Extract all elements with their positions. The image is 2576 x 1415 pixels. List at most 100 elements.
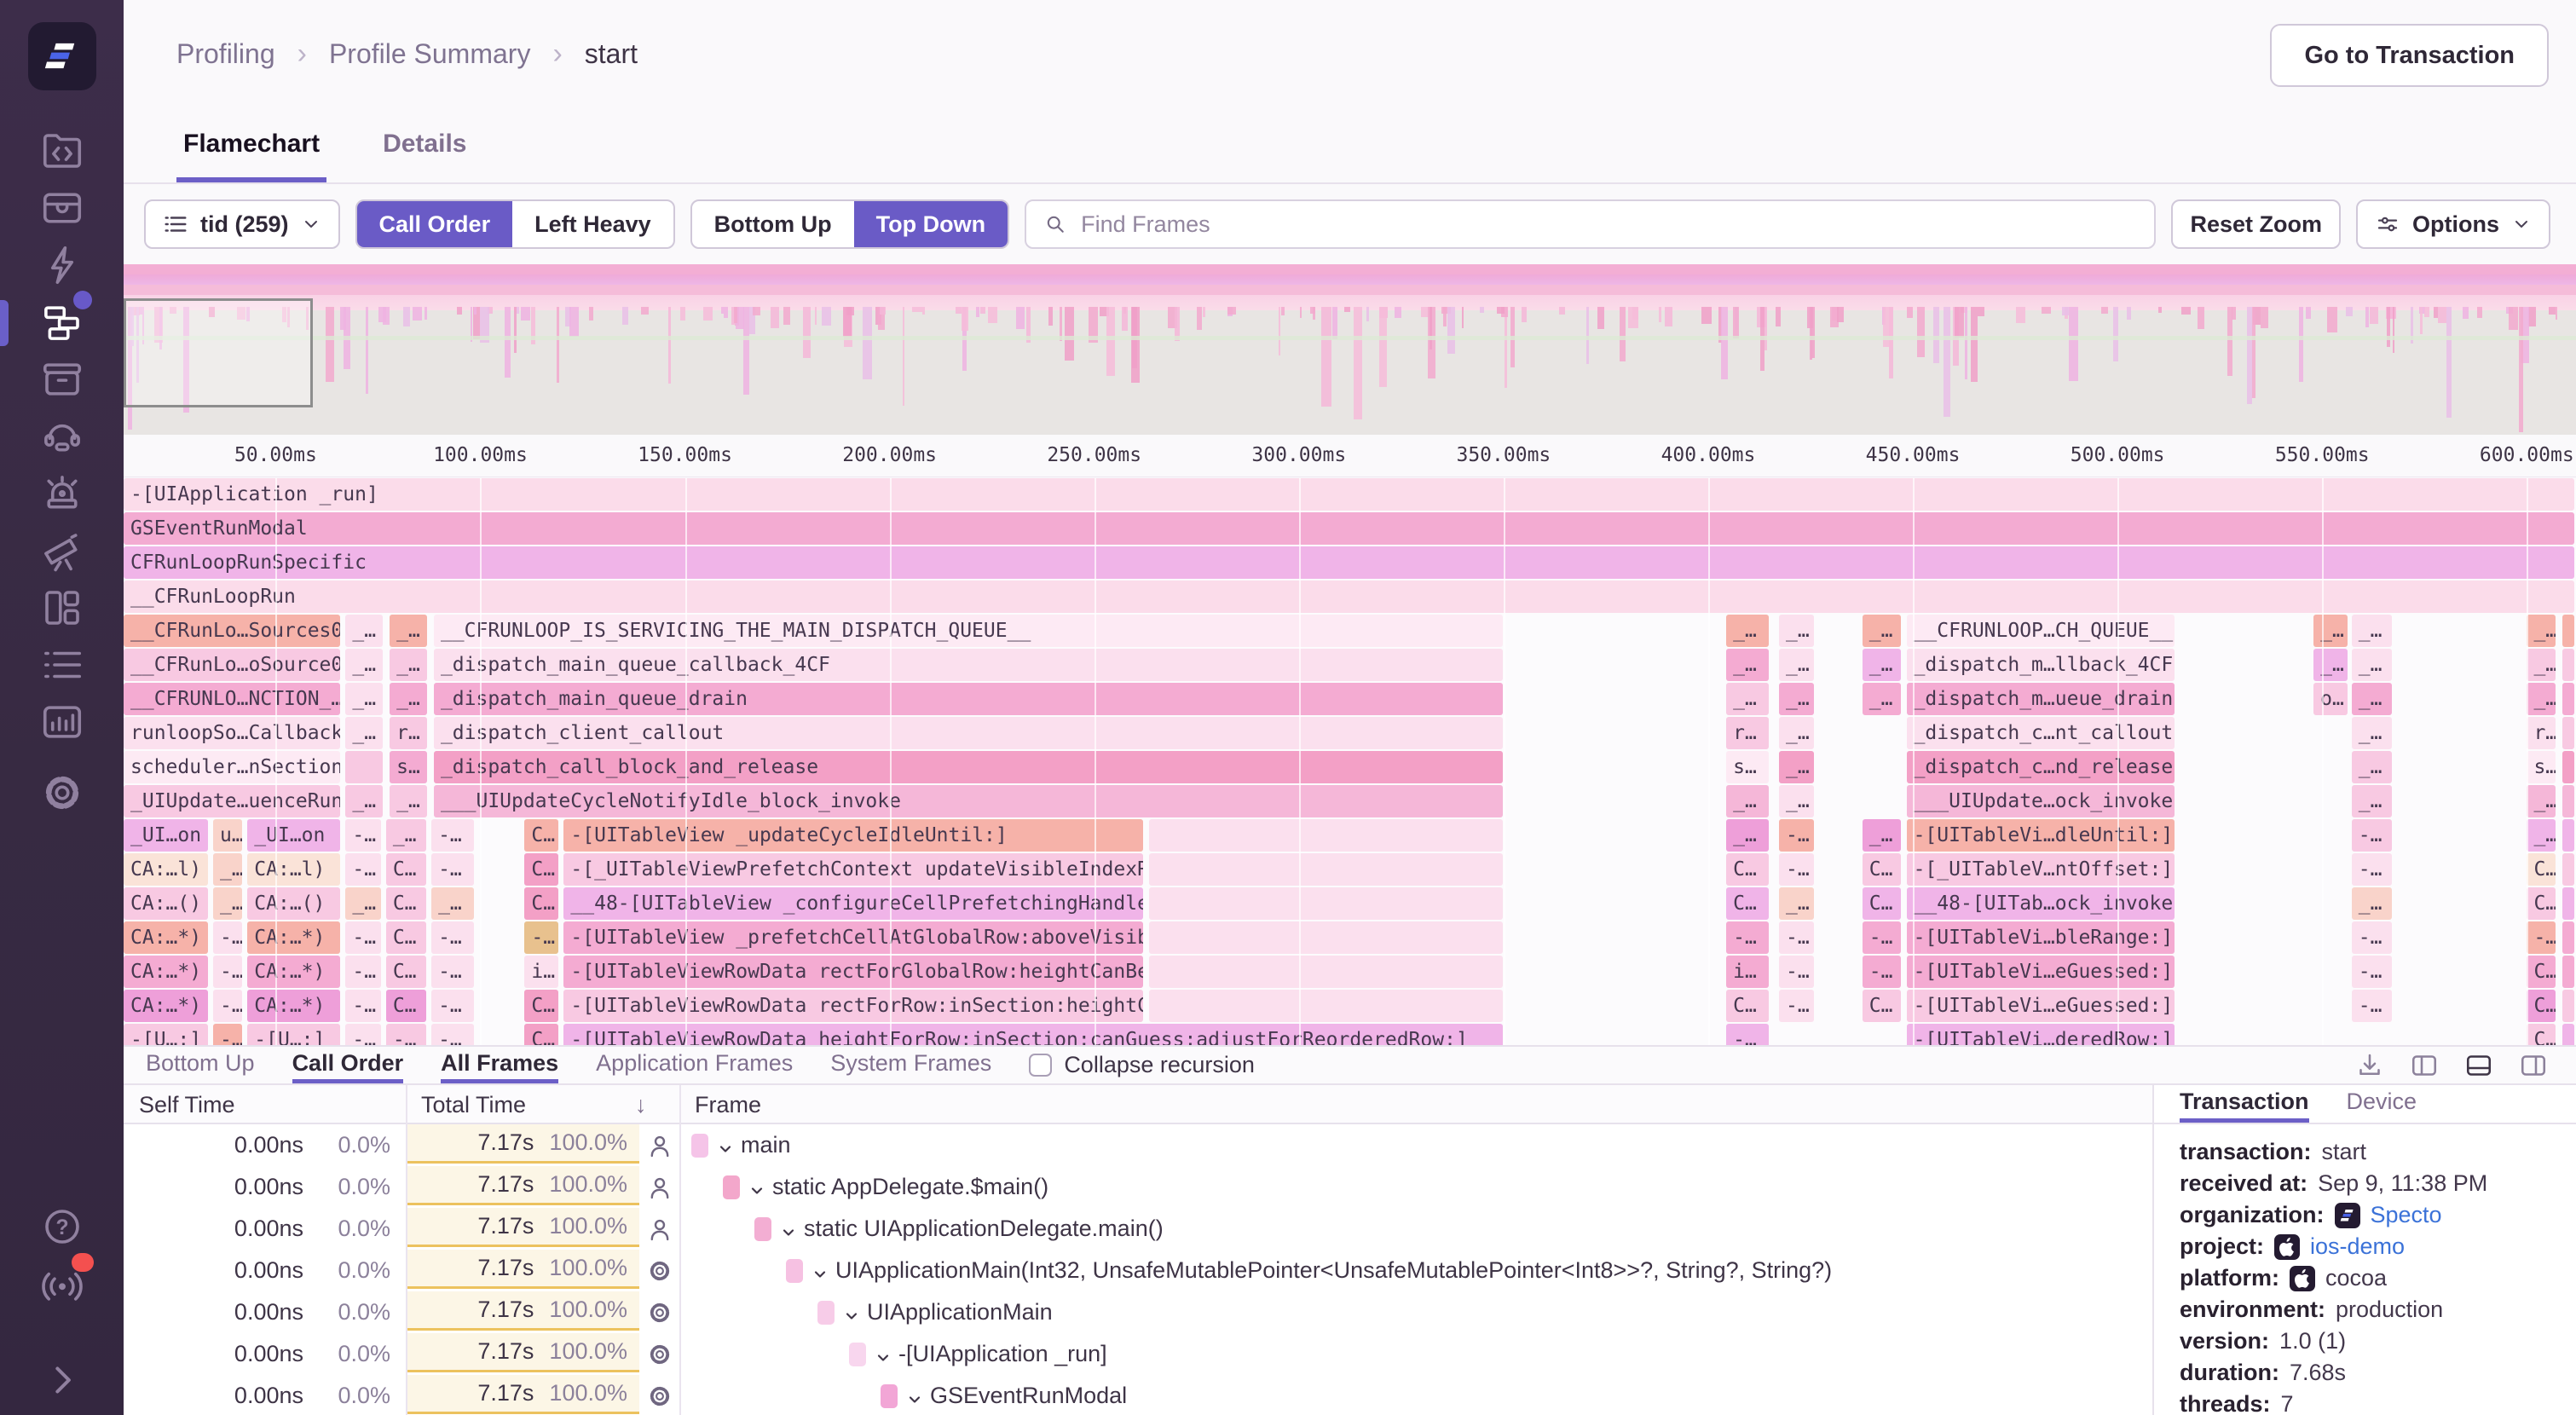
- flame-frame[interactable]: r…: [2527, 717, 2556, 749]
- flame-frame[interactable]: s…: [390, 751, 427, 783]
- flame-frame[interactable]: _…: [1863, 683, 1901, 715]
- flame-frame[interactable]: _…: [1726, 615, 1769, 647]
- flame-frame[interactable]: _dispatch_main_queue_callback_4CF: [434, 649, 1503, 681]
- flame-frame[interactable]: C…: [1726, 887, 1769, 920]
- help-icon[interactable]: ?: [39, 1204, 85, 1250]
- nav-performance-icon[interactable]: [39, 242, 85, 288]
- layout-split-left-icon[interactable]: [2409, 1051, 2440, 1080]
- flame-frame[interactable]: C…: [1726, 853, 1769, 886]
- flamegraph-minimap[interactable]: [124, 264, 2576, 435]
- flame-frame[interactable]: _…: [345, 649, 383, 681]
- flame-frame[interactable]: [1149, 921, 1503, 954]
- flame-frame[interactable]: _…: [431, 887, 474, 920]
- flame-frame[interactable]: __CFRunLoopRun: [124, 580, 2574, 613]
- field-value-link[interactable]: ios-demo: [2310, 1233, 2405, 1260]
- flame-frame[interactable]: [2562, 615, 2574, 647]
- breadcrumb-profile-summary[interactable]: Profile Summary: [329, 38, 531, 70]
- options-button[interactable]: Options: [2356, 199, 2550, 249]
- flame-frame[interactable]: -[UITableVi…eGuessed:]: [1907, 956, 2175, 988]
- flame-frame[interactable]: _…: [1779, 683, 1814, 715]
- flame-frame[interactable]: -…: [1726, 1024, 1769, 1045]
- flame-frame[interactable]: C…: [1863, 887, 1901, 920]
- flame-frame[interactable]: __48-[UITab…ock_invoke: [1907, 887, 2175, 920]
- flame-frame[interactable]: -…: [2352, 819, 2392, 852]
- nav-alerts-icon[interactable]: [39, 471, 85, 517]
- flame-frame[interactable]: -[U…:]: [124, 1024, 208, 1045]
- flame-frame[interactable]: _…: [1779, 649, 1814, 681]
- flame-frame[interactable]: C…: [386, 921, 426, 954]
- flame-frame[interactable]: _…: [390, 683, 427, 715]
- left-heavy-button[interactable]: Left Heavy: [512, 201, 673, 247]
- flame-frame[interactable]: _…: [2352, 615, 2392, 647]
- flame-frame[interactable]: __CFRUNLOOP_IS_SERVICING_THE_MAIN_DISPAT…: [434, 615, 1503, 647]
- flame-frame[interactable]: -…: [431, 819, 474, 852]
- flame-frame[interactable]: _…: [1726, 819, 1769, 852]
- column-frame[interactable]: Frame: [695, 1092, 761, 1118]
- frame-name[interactable]: -[UIApplication _run]: [898, 1341, 1107, 1367]
- layout-split-bottom-icon[interactable]: [2463, 1051, 2494, 1080]
- flame-frame[interactable]: CA:…*): [124, 956, 208, 988]
- flame-frame[interactable]: _UI…on: [247, 819, 340, 852]
- frame-cell[interactable]: main: [679, 1124, 2152, 1166]
- flame-frame[interactable]: runloopSo…Callback: [124, 717, 340, 749]
- frame-name[interactable]: GSEventRunModal: [930, 1383, 1127, 1409]
- flame-frame[interactable]: -…: [345, 819, 380, 852]
- flame-frame[interactable]: _…: [1726, 649, 1769, 681]
- flame-frame[interactable]: -[UITableVi…deredRow:]: [1907, 1024, 2175, 1045]
- flame-frame[interactable]: _…: [2527, 615, 2556, 647]
- bottom-up-button[interactable]: Bottom Up: [692, 201, 854, 247]
- sidebar-expand-icon[interactable]: [39, 1357, 85, 1403]
- flame-frame[interactable]: [1149, 853, 1503, 886]
- flame-frame[interactable]: _…: [1863, 649, 1901, 681]
- flame-frame[interactable]: _…: [2527, 649, 2556, 681]
- sort-descending-icon[interactable]: ↓: [635, 1092, 647, 1118]
- flame-frame[interactable]: -…: [431, 921, 474, 954]
- nav-profiling-icon[interactable]: [39, 299, 85, 345]
- flame-frame[interactable]: -[U…:]: [247, 1024, 340, 1045]
- frame-cell[interactable]: static AppDelegate.$main(): [679, 1166, 2152, 1208]
- flame-frame[interactable]: _dispatch_main_queue_drain: [434, 683, 1503, 715]
- flame-frame[interactable]: _…: [1779, 717, 1814, 749]
- flame-frame[interactable]: _…: [2352, 785, 2392, 817]
- flame-frame[interactable]: C…: [386, 853, 426, 886]
- flame-frame[interactable]: C…: [524, 1024, 558, 1045]
- flame-frame[interactable]: _UIUpdate…uenceRun: [124, 785, 340, 817]
- flame-frame[interactable]: C…: [524, 853, 558, 886]
- flame-frame[interactable]: -…: [1863, 921, 1901, 954]
- flame-frame[interactable]: o…: [2313, 683, 2348, 715]
- collapse-chevron-icon[interactable]: [843, 1304, 860, 1321]
- flame-frame[interactable]: C…: [2527, 990, 2556, 1022]
- minimap-viewport[interactable]: [124, 298, 313, 407]
- table-tab-bottom-up[interactable]: Bottom Up: [146, 1047, 255, 1083]
- collapse-recursion-checkbox[interactable]: [1029, 1054, 1052, 1077]
- flame-frame[interactable]: -[UIApplication _run]: [124, 478, 2574, 511]
- frame-cell[interactable]: UIApplicationMain(Int32, UnsafeMutablePo…: [679, 1250, 2152, 1291]
- flame-frame[interactable]: -…: [431, 853, 474, 886]
- flame-frame[interactable]: _…: [2352, 887, 2392, 920]
- flame-frame[interactable]: _…: [1779, 615, 1814, 647]
- flame-frame[interactable]: -…: [1779, 819, 1814, 852]
- flame-frame[interactable]: [2562, 717, 2574, 749]
- sentry-logo[interactable]: [28, 22, 96, 90]
- table-row[interactable]: 0.00ns0.0%7.17s100.0%static UIApplicatio…: [124, 1208, 2152, 1250]
- flame-frame[interactable]: [2562, 819, 2574, 852]
- flame-frame[interactable]: __48-[UITableView _configureCellPrefetch…: [563, 887, 1143, 920]
- flame-frame[interactable]: _…: [345, 887, 380, 920]
- table-row[interactable]: 0.00ns0.0%7.17s100.0%UIApplicationMain: [124, 1291, 2152, 1333]
- flame-frame[interactable]: GSEventRunModal: [124, 512, 2574, 545]
- flame-frame[interactable]: [2562, 1024, 2574, 1045]
- flame-frame[interactable]: s…: [1726, 751, 1769, 783]
- flame-frame[interactable]: _…: [1779, 887, 1814, 920]
- flame-frame[interactable]: -…: [431, 956, 474, 988]
- nav-activity-icon[interactable]: [39, 642, 85, 688]
- search-input[interactable]: [1079, 211, 2137, 239]
- nav-issues-icon[interactable]: [39, 185, 85, 231]
- flame-frame[interactable]: _…: [2313, 615, 2348, 647]
- frame-name[interactable]: static UIApplicationDelegate.main(): [804, 1216, 1164, 1242]
- flame-frame[interactable]: -…: [1779, 853, 1814, 886]
- flame-frame[interactable]: _dispatch_call_block_and_release: [434, 751, 1503, 783]
- nav-stats-icon[interactable]: [39, 699, 85, 745]
- flame-frame[interactable]: -…: [524, 921, 558, 954]
- frame-name[interactable]: UIApplicationMain: [867, 1299, 1053, 1325]
- flame-frame[interactable]: C…: [524, 990, 558, 1022]
